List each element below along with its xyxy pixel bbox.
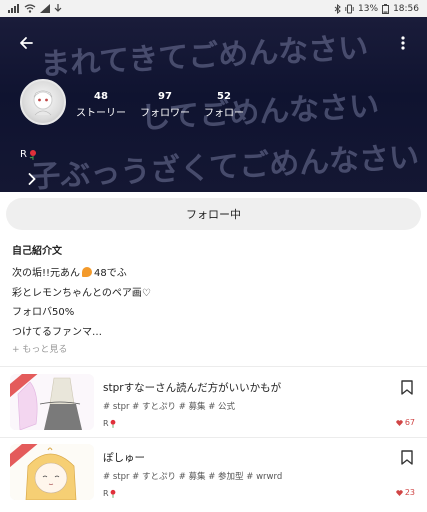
bio-line-4: つけてるファンマ… xyxy=(12,326,102,338)
story-thumbnail xyxy=(10,444,94,500)
stat-followers-count: 97 xyxy=(158,91,172,102)
bio-title: 自己紹介文 xyxy=(12,246,62,257)
story-tags: # stpr # すとぷり # 募集 # 公式 xyxy=(103,402,236,412)
download-icon xyxy=(54,4,62,12)
story-item[interactable]: ぽしゅー # stpr # すとぷり # 募集 # 参加型 # wrwrd R … xyxy=(0,440,427,508)
bio-line-2: 彩とレモンちゃんとのペア画♡ xyxy=(12,287,151,299)
stat-followers-label: フォロワー xyxy=(140,108,190,119)
story-likes: 67 xyxy=(396,418,415,427)
story-title: ぽしゅー xyxy=(103,452,145,464)
wifi-icon xyxy=(24,4,36,13)
back-button[interactable] xyxy=(14,31,38,55)
profile-stats: 48 ストーリー 97 フォロワー 52 フォロー xyxy=(76,91,244,119)
divider xyxy=(0,437,427,438)
avatar[interactable] xyxy=(20,79,66,125)
stat-following-label: フォロー xyxy=(204,108,244,119)
clock-time: 18:56 xyxy=(393,3,419,14)
bio-line-1: 次の垢!!元あん 48でふ xyxy=(12,262,151,282)
username-text: R xyxy=(20,149,27,160)
status-left-icons xyxy=(8,4,62,13)
profile-username: R xyxy=(20,149,38,160)
vibrate-icon xyxy=(345,4,354,13)
bookmark-button[interactable] xyxy=(399,448,415,466)
stat-stories-count: 48 xyxy=(94,91,108,102)
bluetooth-icon xyxy=(334,3,341,14)
bio-line-1-start: 次の垢!!元あん xyxy=(12,268,81,280)
story-item[interactable]: stprすなーさん読んだ方がいいかもが # stpr # すとぷり # 募集 #… xyxy=(0,370,427,438)
more-vertical-icon xyxy=(401,36,405,50)
bio-text: 次の垢!!元あん 48でふ 彩とレモンちゃんとのペア画♡ フォロバ50% つけて… xyxy=(12,262,151,340)
rose-icon xyxy=(29,150,36,160)
story-likes: 23 xyxy=(396,488,415,497)
profile-header: まれてきてごめんなさい してごめんなさい 子ぶっうざくてごめんなさい 48 スト… xyxy=(0,17,427,192)
battery-icon xyxy=(382,3,390,14)
signal-alt-icon xyxy=(40,4,50,13)
story-title: stprすなーさん読んだ方がいいかもが xyxy=(103,382,282,394)
bio-line-1-end: 48でふ xyxy=(94,268,127,280)
show-more-link[interactable]: + もっと見る xyxy=(12,342,67,355)
stat-following[interactable]: 52 フォロー xyxy=(204,91,244,119)
bookmark-button[interactable] xyxy=(399,378,415,396)
status-right-icons: 13% 18:56 xyxy=(334,3,419,14)
orange-emoji-icon xyxy=(82,266,93,277)
story-likes-count: 67 xyxy=(404,418,415,427)
bookmark-icon xyxy=(401,449,413,465)
story-thumbnail xyxy=(10,374,94,430)
heart-icon xyxy=(396,489,403,496)
rose-icon xyxy=(110,419,115,428)
story-author: R xyxy=(103,419,117,428)
banner-text-line-1: まれてきてごめんなさい xyxy=(39,30,370,83)
following-button[interactable]: フォロー中 xyxy=(6,198,421,230)
bio-line-3: フォロバ50% xyxy=(12,307,75,319)
story-likes-count: 23 xyxy=(404,488,415,497)
rose-icon xyxy=(110,489,115,498)
story-tags: # stpr # すとぷり # 募集 # 参加型 # wrwrd xyxy=(103,472,283,482)
expand-profile-button[interactable] xyxy=(24,170,40,188)
stat-stories-label: ストーリー xyxy=(76,108,126,119)
signal-icon xyxy=(8,4,19,13)
stat-following-count: 52 xyxy=(217,91,231,102)
avatar-character-icon xyxy=(33,90,53,116)
bookmark-icon xyxy=(401,379,413,395)
more-options-button[interactable] xyxy=(393,31,413,55)
banner-text-line-3: 子ぶっうざくてごめんなさい xyxy=(29,139,420,192)
divider xyxy=(0,366,427,367)
battery-percent: 13% xyxy=(358,3,379,14)
stat-followers[interactable]: 97 フォロワー xyxy=(140,91,190,119)
status-bar: 13% 18:56 xyxy=(0,0,427,17)
back-arrow-icon xyxy=(20,37,33,49)
heart-icon xyxy=(396,419,403,426)
stat-stories[interactable]: 48 ストーリー xyxy=(76,91,126,119)
story-author: R xyxy=(103,489,117,498)
chevron-right-icon xyxy=(28,173,36,185)
